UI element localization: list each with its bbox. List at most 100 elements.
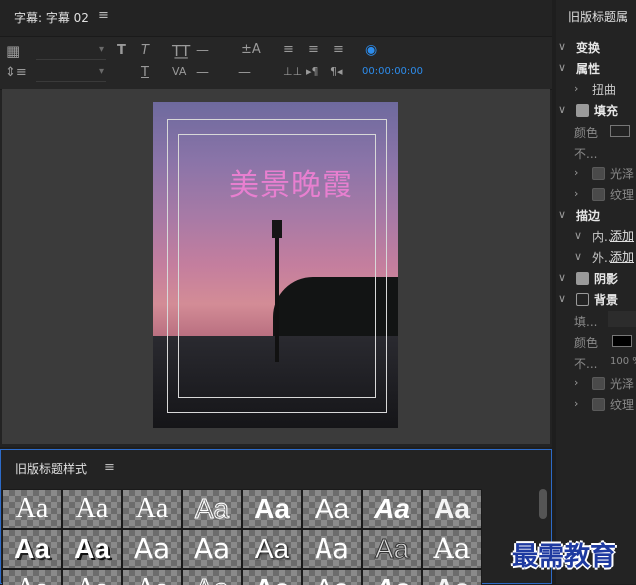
timecode-display[interactable]: 00:00:00:00 <box>362 66 423 77</box>
title-text-object[interactable]: 美景晚霞 <box>229 160 353 204</box>
panel-menu-icon[interactable]: ≡ <box>104 460 115 475</box>
style-swatch[interactable]: Aa <box>62 569 122 585</box>
italic-icon[interactable]: T <box>141 43 149 58</box>
chevron-down-icon[interactable]: ∨ <box>558 40 566 53</box>
chevron-right-icon[interactable]: › <box>574 397 578 410</box>
fill-color-swatch[interactable] <box>610 125 630 137</box>
style-swatch[interactable]: Aa <box>62 529 122 569</box>
sheen-label: 光泽 <box>610 167 635 181</box>
leading-icon[interactable]: ±A <box>241 42 261 57</box>
chevron-right-icon[interactable]: › <box>574 376 578 389</box>
bg-sheen-label: 光泽 <box>610 377 635 391</box>
tab-left-icon[interactable]: ▸¶ <box>306 65 319 78</box>
style-swatch[interactable]: Aa <box>302 529 362 569</box>
film-icon[interactable]: ▦ <box>6 42 20 60</box>
font-style-select[interactable]: ▾ <box>36 63 106 82</box>
line-spacing-icon[interactable]: ⇕≡ <box>5 65 27 80</box>
dash-icon: — <box>196 43 209 58</box>
style-swatch[interactable]: Aa <box>62 489 122 529</box>
dash-icon: — <box>238 65 251 80</box>
panel-menu-icon[interactable]: ≡ <box>98 8 109 23</box>
bg-sheen-checkbox[interactable] <box>592 377 605 390</box>
chevron-right-icon[interactable]: › <box>574 166 578 179</box>
align-center-icon[interactable]: ≡ <box>308 42 319 57</box>
style-swatch[interactable]: Aa <box>362 569 422 585</box>
style-swatch[interactable]: Aa <box>362 489 422 529</box>
bg-fill-type-select[interactable] <box>608 311 636 327</box>
style-swatch[interactable]: Aa <box>182 529 242 569</box>
style-swatch[interactable]: Aa <box>2 569 62 585</box>
fill-checkbox[interactable] <box>576 104 589 117</box>
show-video-eye-icon[interactable]: ◉ <box>365 42 377 58</box>
style-swatch-grid: AaAaAaAaAaAaAaAaAaAaAaAaAaAaAaAaAaAaAaAa… <box>2 489 482 585</box>
section-fill[interactable]: 填充 <box>594 102 618 119</box>
distort-label: 扭曲 <box>592 83 617 97</box>
add-outer-stroke-link[interactable]: 添加 <box>610 248 634 265</box>
align-right-icon[interactable]: ≡ <box>333 42 344 57</box>
chevron-down-icon[interactable]: ∨ <box>574 229 582 242</box>
bg-texture-label: 纹理 <box>610 398 635 412</box>
bg-color-swatch[interactable] <box>612 335 632 347</box>
style-swatch[interactable]: Aa <box>302 569 362 585</box>
tab-right-icon[interactable]: ¶◂ <box>330 65 343 78</box>
shadow-checkbox[interactable] <box>576 272 589 285</box>
add-inner-stroke-link[interactable]: 添加 <box>610 227 634 244</box>
background-checkbox[interactable] <box>576 293 589 306</box>
bg-texture-checkbox[interactable] <box>592 398 605 411</box>
bg-color-label: 颜色 <box>574 336 599 350</box>
underline-icon[interactable]: T <box>141 65 149 80</box>
sheen-checkbox[interactable] <box>592 167 605 180</box>
title-toolbar: ▦ ⇕≡ ▾ ▾ T T T T͟T — VA — ±A — ≡ ≡ ≡ ⊥⊥ … <box>0 36 552 90</box>
font-size-icon[interactable]: T͟T <box>172 42 190 60</box>
section-properties[interactable]: 属性 <box>576 60 600 77</box>
chevron-down-icon[interactable]: ∨ <box>558 292 566 305</box>
section-stroke[interactable]: 描边 <box>576 207 600 224</box>
style-swatch[interactable]: Aa <box>242 529 302 569</box>
tab-stops-icon[interactable]: ⊥⊥ <box>283 65 302 78</box>
font-family-select[interactable]: ▾ <box>36 41 106 60</box>
style-swatch[interactable]: Aa <box>422 529 482 569</box>
style-swatch[interactable]: Aa <box>182 489 242 529</box>
chevron-down-icon: ▾ <box>98 44 104 55</box>
style-swatch[interactable]: Aa <box>122 489 182 529</box>
styles-panel-tab[interactable]: 旧版标题样式 <box>15 460 87 477</box>
title-panel-tab[interactable]: 字幕: 字幕 02 <box>14 9 89 26</box>
section-background[interactable]: 背景 <box>594 291 618 308</box>
chevron-down-icon[interactable]: ∨ <box>558 208 566 221</box>
style-swatch[interactable]: Aa <box>122 529 182 569</box>
chevron-right-icon[interactable]: › <box>574 187 578 200</box>
style-swatch[interactable]: Aa <box>182 569 242 585</box>
chevron-down-icon[interactable]: ∨ <box>558 103 566 116</box>
style-swatch[interactable]: Aa <box>362 529 422 569</box>
style-swatch[interactable]: Aa <box>2 489 62 529</box>
texture-label: 纹理 <box>610 188 635 202</box>
chevron-right-icon[interactable]: › <box>574 82 578 95</box>
chevron-down-icon: ▾ <box>98 66 104 77</box>
styles-scrollbar[interactable] <box>539 489 547 519</box>
chevron-down-icon[interactable]: ∨ <box>558 271 566 284</box>
chevron-down-icon[interactable]: ∨ <box>574 250 582 263</box>
chevron-down-icon[interactable]: ∨ <box>558 61 566 74</box>
style-swatch[interactable]: Aa <box>302 489 362 529</box>
bg-opacity-label: 不... <box>574 357 598 371</box>
section-transform[interactable]: 变换 <box>576 39 600 56</box>
fill-color-label: 颜色 <box>574 126 599 140</box>
style-swatch[interactable]: Aa <box>422 489 482 529</box>
watermark-logo: 最需教育 <box>512 542 617 572</box>
style-swatch[interactable]: Aa <box>422 569 482 585</box>
bg-fill-label: 填... <box>574 315 598 329</box>
fill-opacity-label: 不... <box>574 147 598 161</box>
kerning-icon[interactable]: VA <box>172 65 186 78</box>
properties-panel-title[interactable]: 旧版标题属 <box>568 8 628 25</box>
section-shadow[interactable]: 阴影 <box>594 270 618 287</box>
style-swatch[interactable]: Aa <box>242 569 302 585</box>
dash-icon: — <box>196 65 209 80</box>
bold-icon[interactable]: T <box>117 43 126 58</box>
title-properties-panel: 旧版标题属 ∨ 变换 ∨ 属性 › 扭曲 ∨ 填充 颜色 不... › 光泽 ›… <box>556 0 636 584</box>
align-left-icon[interactable]: ≡ <box>283 42 294 57</box>
style-swatch[interactable]: Aa <box>2 529 62 569</box>
texture-checkbox[interactable] <box>592 188 605 201</box>
style-swatch[interactable]: Aa <box>242 489 302 529</box>
bg-opacity-value[interactable]: 100 % <box>610 356 636 367</box>
style-swatch[interactable]: Aa <box>122 569 182 585</box>
